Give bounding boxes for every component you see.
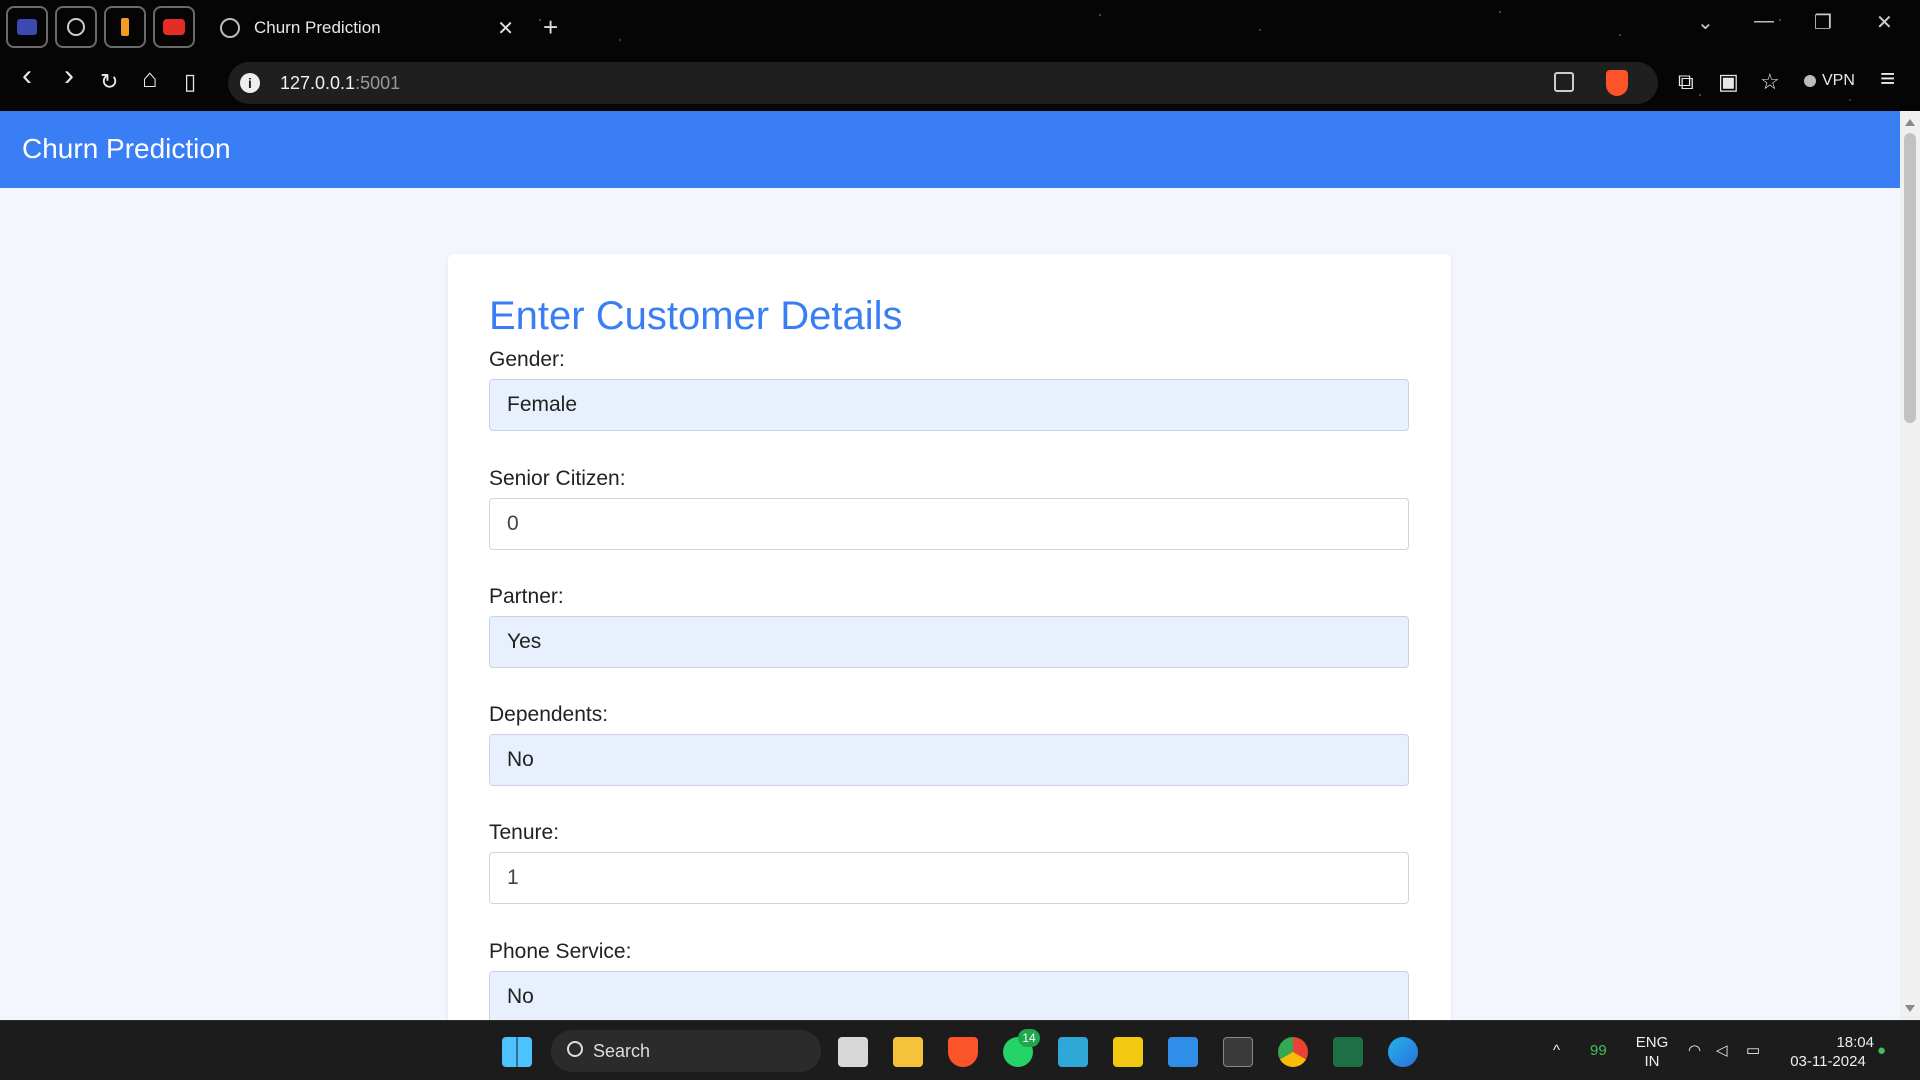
terminal-icon[interactable]: [1223, 1037, 1253, 1067]
senior-citizen-input[interactable]: 0: [489, 498, 1409, 550]
address-bar[interactable]: i 127.0.0.1:5001: [228, 62, 1658, 104]
forward-button[interactable]: ›: [64, 61, 74, 91]
phone-service-select[interactable]: No: [489, 971, 1409, 1020]
home-button[interactable]: ⌂: [142, 65, 158, 91]
wifi-icon[interactable]: ◠: [1688, 1041, 1701, 1060]
rewards-icon[interactable]: ☆: [1760, 70, 1780, 94]
notification-bell-icon[interactable]: ●: [1877, 1041, 1886, 1060]
search-label: Search: [593, 1041, 651, 1061]
form-heading: Enter Customer Details: [489, 294, 903, 338]
tab-title: Churn Prediction: [254, 18, 381, 37]
dependents-label: Dependents:: [489, 703, 609, 726]
app-title: Churn Prediction: [22, 133, 231, 164]
vpn-button[interactable]: VPN: [1804, 72, 1855, 90]
phone-service-label: Phone Service:: [489, 940, 632, 963]
url-text[interactable]: 127.0.0.1:5001: [280, 73, 400, 94]
whatsapp-badge: 14: [1018, 1029, 1040, 1047]
close-tab-icon[interactable]: ✕: [497, 16, 514, 41]
reload-button[interactable]: ↻: [100, 70, 118, 94]
sidebar-icon[interactable]: ▣: [1718, 70, 1739, 94]
scroll-thumb[interactable]: [1904, 133, 1916, 423]
scroll-up-arrow-icon[interactable]: [1905, 119, 1915, 126]
gender-select[interactable]: Female: [489, 379, 1409, 431]
browser-titlebar: Churn Prediction ✕ + ⌄ — ❐ ✕ ‹ › ↻ ⌂ ▯ i…: [0, 0, 1920, 111]
taskbar-search[interactable]: Search: [551, 1030, 821, 1072]
globe-icon: [220, 18, 240, 38]
extensions-icon[interactable]: ⧉: [1678, 70, 1694, 94]
active-tab[interactable]: Churn Prediction ✕: [212, 6, 522, 50]
customer-form-card: Enter Customer Details Gender: Female Se…: [448, 254, 1451, 1020]
power-bi-icon[interactable]: [1113, 1037, 1143, 1067]
brave-shield-icon[interactable]: [1606, 70, 1628, 96]
close-window-button[interactable]: ✕: [1876, 10, 1893, 35]
task-view-icon[interactable]: [838, 1037, 868, 1067]
tray-number[interactable]: 99: [1590, 1041, 1607, 1060]
pinned-tab-globe[interactable]: [55, 6, 97, 48]
pinned-tab-app[interactable]: [6, 6, 48, 48]
volume-icon[interactable]: ◁: [1716, 1041, 1728, 1060]
page-scrollbar[interactable]: [1900, 111, 1920, 1020]
app-icon: [17, 19, 37, 35]
menu-button[interactable]: ≡: [1880, 65, 1895, 91]
dependents-select[interactable]: No: [489, 734, 1409, 786]
tray-chevron-up-icon[interactable]: ^: [1553, 1041, 1560, 1060]
youtube-icon: [163, 19, 185, 35]
new-tab-button[interactable]: +: [543, 12, 558, 43]
battery-icon[interactable]: ▭: [1746, 1041, 1760, 1060]
language-line2: IN: [1644, 1053, 1660, 1070]
brave-browser-icon[interactable]: [948, 1037, 978, 1067]
url-host: 127.0.0.1: [280, 73, 356, 93]
page-viewport: Churn Prediction Enter Customer Details …: [0, 111, 1900, 1020]
chrome-icon[interactable]: [1278, 1037, 1308, 1067]
globe-icon: [67, 18, 85, 36]
pinned-tab-youtube[interactable]: [153, 6, 195, 48]
search-icon: [567, 1041, 583, 1057]
vpn-status-icon: [1804, 75, 1816, 87]
vscode-icon[interactable]: [1168, 1037, 1198, 1067]
clock[interactable]: 18:04 03-11-2024: [1782, 1033, 1874, 1071]
pinned-tab-orange[interactable]: [104, 6, 146, 48]
url-port: :5001: [355, 73, 401, 93]
tenure-input[interactable]: 1: [489, 852, 1409, 904]
back-button[interactable]: ‹: [22, 61, 32, 91]
bookmark-button[interactable]: ▯: [184, 70, 196, 94]
excel-icon[interactable]: [1333, 1037, 1363, 1067]
site-info-icon[interactable]: i: [240, 73, 260, 93]
language-indicator[interactable]: ENG IN: [1634, 1033, 1670, 1071]
start-windows-icon[interactable]: [502, 1037, 532, 1067]
partner-label: Partner:: [489, 585, 564, 608]
restore-button[interactable]: ❐: [1814, 10, 1832, 35]
edge-icon[interactable]: [1388, 1037, 1418, 1067]
app-header: Churn Prediction: [0, 111, 1900, 188]
language-line1: ENG: [1635, 1034, 1669, 1051]
taskbar: Search 14 ^ 99 ENG IN ◠ ◁ ▭ 18:04 03-11-…: [0, 1020, 1920, 1080]
tenure-label: Tenure:: [489, 821, 560, 844]
clock-date: 03-11-2024: [1790, 1053, 1866, 1070]
gender-label: Gender:: [489, 348, 565, 371]
chart-app-icon[interactable]: [1058, 1037, 1088, 1067]
lightning-icon: [121, 18, 129, 36]
partner-select[interactable]: Yes: [489, 616, 1409, 668]
share-icon[interactable]: [1554, 72, 1574, 92]
minimize-button[interactable]: —: [1754, 10, 1774, 33]
vpn-label: VPN: [1822, 72, 1855, 89]
file-explorer-icon[interactable]: [893, 1037, 923, 1067]
chevron-down-icon[interactable]: ⌄: [1697, 10, 1714, 35]
senior-citizen-label: Senior Citizen:: [489, 467, 626, 490]
clock-time: 18:04: [1836, 1034, 1874, 1051]
scroll-down-arrow-icon[interactable]: [1905, 1005, 1915, 1012]
